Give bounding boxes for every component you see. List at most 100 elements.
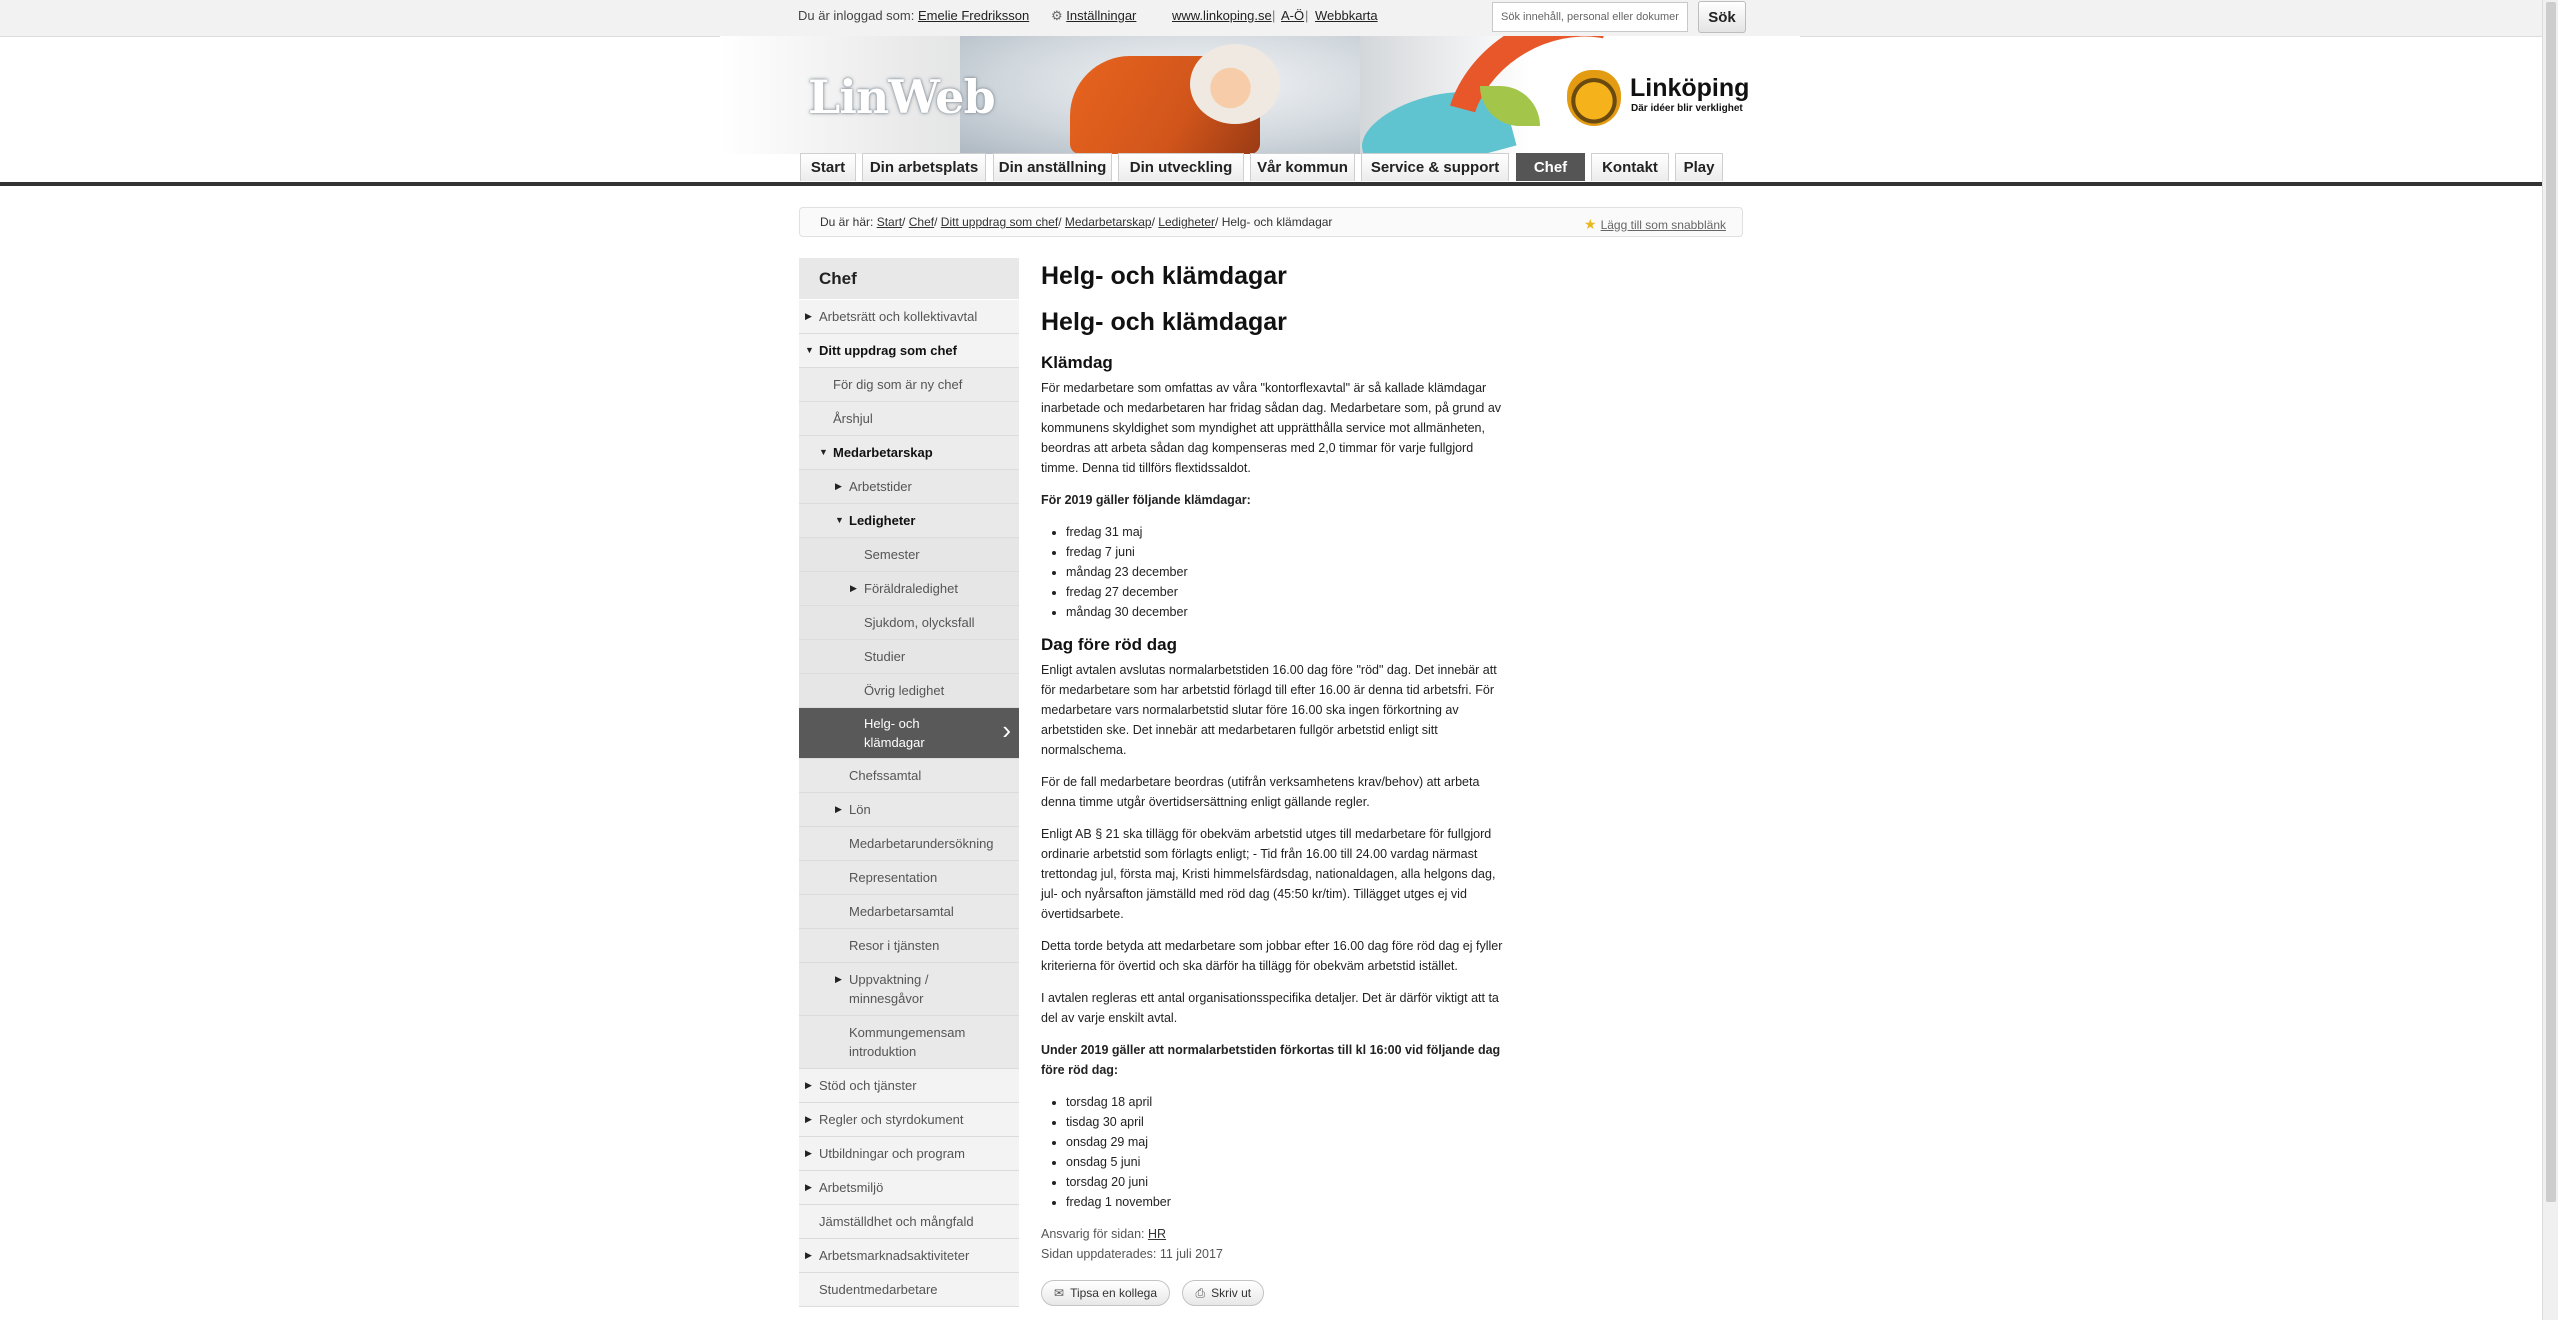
sidebar-item-foraldraledighet[interactable]: ▶ Föräldraledighet <box>799 572 1019 606</box>
sidebar-item-label: Semester <box>864 547 920 562</box>
updated-label: Sidan uppdaterades: <box>1041 1247 1157 1261</box>
tab-service-support[interactable]: Service & support <box>1361 153 1509 181</box>
sidebar-item-label: Utbildningar och program <box>819 1146 965 1161</box>
sidebar-item-label: Ditt uppdrag som chef <box>819 343 957 358</box>
sidebar-item-arshjul[interactable]: Årshjul <box>799 402 1019 436</box>
sidebar-item-lon[interactable]: ▶ Lön <box>799 793 1019 827</box>
linkoping-lion-icon <box>1567 70 1621 126</box>
list-item: måndag 30 december <box>1066 602 1511 622</box>
sidebar-item-medarbetarundersokning[interactable]: Medarbetarundersökning <box>799 827 1019 861</box>
breadcrumb-prefix: Du är här: <box>820 215 874 229</box>
sidebar-item-medarbetarskap[interactable]: ▼ Medarbetarskap <box>799 436 1019 470</box>
list-item: onsdag 5 juni <box>1066 1152 1511 1172</box>
tab-din-utveckling[interactable]: Din utveckling <box>1118 153 1244 181</box>
settings-link-wrap[interactable]: ⚙ Inställningar <box>1051 8 1136 24</box>
sidebar-item-semester[interactable]: Semester <box>799 538 1019 572</box>
sidebar-item-label: Medarbetarskap <box>833 445 933 460</box>
tab-din-arbetsplats[interactable]: Din arbetsplats <box>862 153 986 181</box>
sidebar-item-arbetsmiljo[interactable]: ▶ Arbetsmiljö <box>799 1171 1019 1205</box>
sidebar-item-medarbetarsamtal[interactable]: Medarbetarsamtal <box>799 895 1019 929</box>
expand-arrow-icon: ▶ <box>835 974 842 984</box>
sidebar-item-studier[interactable]: Studier <box>799 640 1019 674</box>
tab-chef[interactable]: Chef <box>1516 153 1585 181</box>
sidebar-item-ny-chef[interactable]: För dig som är ny chef <box>799 368 1019 402</box>
linkoping-logo-text[interactable]: Linköping <box>1630 74 1749 103</box>
a-o-link[interactable]: A-Ö <box>1281 8 1304 23</box>
logged-in-text: Du är inloggad som: Emelie Fredriksson <box>798 8 1029 23</box>
breadcrumb: Du är här: Start/ Chef/ Ditt uppdrag som… <box>820 215 1332 229</box>
sidebar-item-regler[interactable]: ▶ Regler och styrdokument <box>799 1103 1019 1137</box>
breadcrumb-separator: / <box>902 215 906 229</box>
sidebar-item-ovrig-ledighet[interactable]: Övrig ledighet <box>799 674 1019 708</box>
linweb-logo[interactable]: LinWeb <box>808 70 996 124</box>
paragraph: För de fall medarbetare beordras (utifrå… <box>1041 775 1480 809</box>
sidebar-item-jamstalldhet[interactable]: Jämställdhet och mångfald <box>799 1205 1019 1239</box>
search-button[interactable]: Sök <box>1698 1 1746 33</box>
sidebar-item-resor[interactable]: Resor i tjänsten <box>799 929 1019 963</box>
list-heading: Under 2019 gäller att normalarbetstiden … <box>1041 1043 1501 1077</box>
sidebar-item-stod[interactable]: ▶ Stöd och tjänster <box>799 1069 1019 1103</box>
sidebar-item-arbetstider[interactable]: ▶ Arbetstider <box>799 470 1019 504</box>
vertical-scrollbar[interactable] <box>2542 0 2558 1320</box>
sidebar-item-label: Arbetsmarknadsaktiviteter <box>819 1248 970 1263</box>
star-icon: ★ <box>1584 216 1597 232</box>
tab-var-kommun[interactable]: Vår kommun <box>1250 153 1355 181</box>
sidebar-item-label: Arbetsrätt och kollektivavtal <box>819 309 978 324</box>
webmap-link[interactable]: Webbkarta <box>1315 8 1378 23</box>
tab-kontakt[interactable]: Kontakt <box>1591 153 1669 181</box>
paragraph: Enligt AB § 21 ska tillägg för obekväm a… <box>1041 827 1496 921</box>
sidebar-item-sjukdom[interactable]: Sjukdom, olycksfall <box>799 606 1019 640</box>
sidebar-title: Chef <box>799 258 1019 300</box>
expand-arrow-icon: ▶ <box>805 1148 812 1158</box>
breadcrumb-ledigheter[interactable]: Ledigheter <box>1158 215 1215 229</box>
tab-play[interactable]: Play <box>1675 153 1723 181</box>
sidebar-item-label: Arbetsmiljö <box>819 1180 884 1195</box>
sidebar-item-label: Uppvaktning / minnesgåvor <box>849 972 929 1006</box>
scrollbar-thumb[interactable] <box>2546 2 2556 1202</box>
search-input[interactable] <box>1492 2 1688 32</box>
user-name-link[interactable]: Emelie Fredriksson <box>918 8 1029 23</box>
list-item: torsdag 18 april <box>1066 1092 1511 1112</box>
sidebar-item-studentmedarbetare[interactable]: Studentmedarbetare <box>799 1273 1019 1307</box>
sidebar-item-ditt-uppdrag[interactable]: ▼ Ditt uppdrag som chef <box>799 334 1019 368</box>
page-responsible: Ansvarig för sidan: HR <box>1041 1224 1511 1244</box>
collapse-arrow-icon: ▼ <box>805 345 814 355</box>
expand-arrow-icon: ▶ <box>805 1080 812 1090</box>
expand-arrow-icon: ▶ <box>835 481 842 491</box>
breadcrumb-medarbetarskap[interactable]: Medarbetarskap <box>1065 215 1152 229</box>
tip-colleague-button[interactable]: ✉ Tipsa en kollega <box>1041 1280 1171 1306</box>
settings-link[interactable]: Inställningar <box>1066 8 1136 23</box>
sidebar-item-kommungemensam[interactable]: Kommungemensam introduktion <box>799 1016 1019 1069</box>
list-item: fredag 31 maj <box>1066 522 1511 542</box>
linkoping-site-link[interactable]: www.linkoping.se <box>1172 8 1272 23</box>
expand-arrow-icon: ▶ <box>805 1182 812 1192</box>
sidebar-item-representation[interactable]: Representation <box>799 861 1019 895</box>
print-button[interactable]: ⎙ Skriv ut <box>1182 1280 1265 1306</box>
add-favorite-link[interactable]: ★ Lägg till som snabblänk <box>1584 216 1726 233</box>
sidebar-item-helg-klamdagar[interactable]: Helg- och klämdagar › <box>799 708 1019 759</box>
sidebar-item-arbetsmarknad[interactable]: ▶ Arbetsmarknadsaktiviteter <box>799 1239 1019 1273</box>
responsible-link[interactable]: HR <box>1148 1227 1166 1241</box>
expand-arrow-icon: ▶ <box>805 1250 812 1260</box>
sidebar-item-arbetsratt[interactable]: ▶ Arbetsrätt och kollektivavtal <box>799 300 1019 334</box>
tab-start[interactable]: Start <box>800 153 856 181</box>
sidebar-item-utbildningar[interactable]: ▶ Utbildningar och program <box>799 1137 1019 1171</box>
sidebar-item-ledigheter[interactable]: ▼ Ledigheter <box>799 504 1019 538</box>
expand-arrow-icon: ▶ <box>805 1114 812 1124</box>
expand-arrow-icon: ▶ <box>835 804 842 814</box>
breadcrumb-chef[interactable]: Chef <box>909 215 934 229</box>
sidebar-item-label: Kommungemensam introduktion <box>849 1025 966 1059</box>
sidebar-item-label: Stöd och tjänster <box>819 1078 917 1093</box>
tab-din-anstallning[interactable]: Din anställning <box>993 153 1112 181</box>
breadcrumb-start[interactable]: Start <box>877 215 902 229</box>
sidebar-item-label: Jämställdhet och mångfald <box>819 1214 974 1229</box>
print-label: Skriv ut <box>1211 1286 1252 1300</box>
page-title: Helg- och klämdagar <box>1041 262 1287 290</box>
sidebar-item-label: Sjukdom, olycksfall <box>864 615 975 630</box>
sidebar-item-uppvaktning[interactable]: ▶ Uppvaktning / minnesgåvor <box>799 963 1019 1016</box>
breadcrumb-ditt-uppdrag[interactable]: Ditt uppdrag som chef <box>941 215 1058 229</box>
sidebar-item-label: Helg- och klämdagar <box>864 716 925 750</box>
separator: | <box>1272 8 1276 23</box>
sidebar-item-chefssamtal[interactable]: Chefssamtal <box>799 759 1019 793</box>
list-item: fredag 7 juni <box>1066 542 1511 562</box>
